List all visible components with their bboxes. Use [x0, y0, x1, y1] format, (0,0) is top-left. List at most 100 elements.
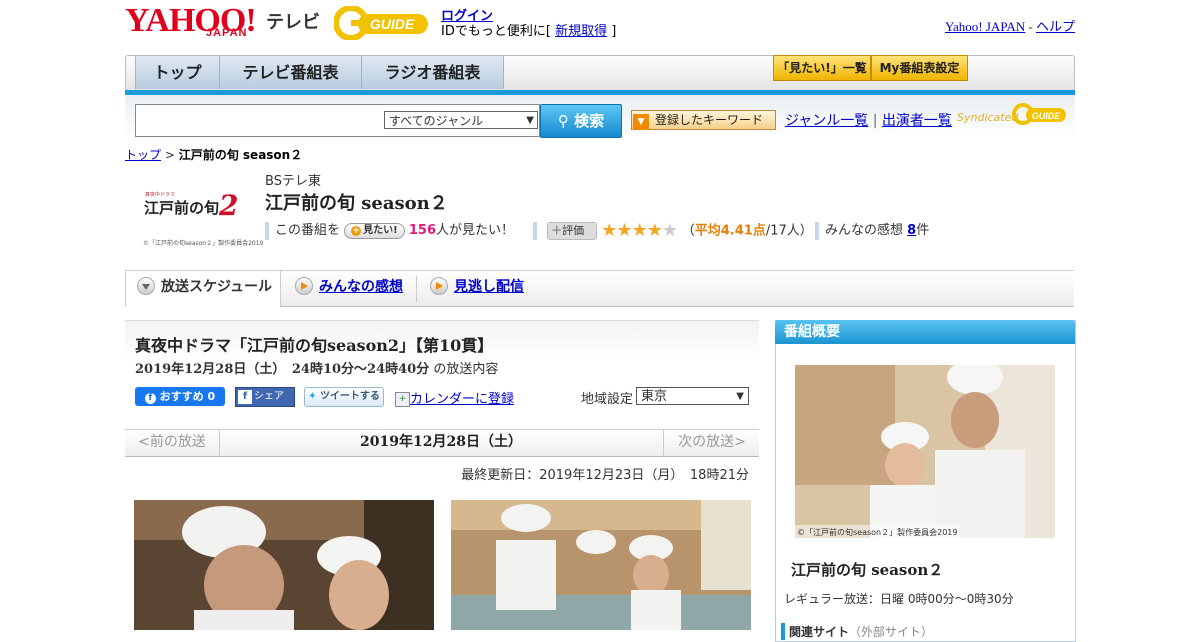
episode-date-suffix: の放送内容	[433, 362, 499, 377]
facebook-recommend-label: おすすめ 0	[159, 390, 216, 403]
related-sites-label: 関連サイト	[789, 625, 850, 639]
svg-text:GUIDE: GUIDE	[370, 16, 415, 32]
episode-title: 真夜中ドラマ「江戸前の旬season2」【第10貫】	[135, 336, 494, 355]
nav-tab-tv-listings[interactable]: テレビ番組表	[219, 56, 362, 89]
program-summary-heading: 番組概要	[775, 320, 1075, 344]
registered-keywords-label: 登録したキーワード	[655, 113, 764, 127]
chevron-down-icon: ▼	[736, 391, 744, 402]
breadcrumb-separator: >	[164, 148, 175, 162]
mitai-button-label: 見たい!	[363, 224, 398, 236]
calendar-plus-icon: +	[395, 392, 410, 407]
genre-select-value: すべてのジャンル	[389, 114, 484, 128]
region-select-value: 東京	[641, 389, 668, 404]
related-sites-heading: 関連サイト（外部サイト）	[781, 623, 933, 640]
episode-photo-2	[451, 500, 751, 630]
regular-broadcast: レギュラー放送：日曜 0時00分～0時30分	[784, 592, 1014, 606]
header-separator: -	[1028, 19, 1033, 34]
genre-list-link[interactable]: ジャンル一覧	[785, 113, 868, 129]
play-icon	[295, 277, 313, 295]
yahoo-japan-wordmark: JAPAN	[206, 27, 248, 39]
breadcrumb-current: 江戸前の旬 season２	[178, 148, 303, 162]
facebook-share-button[interactable]: f シェア	[235, 387, 295, 407]
plus-icon: +	[351, 225, 362, 236]
impressions-label: みんなの感想	[825, 223, 904, 238]
program-logo-title: 江戸前の旬	[144, 199, 220, 217]
chevron-down-icon: ▼	[526, 115, 534, 126]
registered-keywords-button[interactable]: ▼ 登録したキーワード	[631, 110, 776, 130]
star-icon: ★	[631, 220, 648, 241]
mitai-prefix: この番組を	[275, 223, 341, 238]
twitter-bird-icon: ✦	[308, 391, 317, 402]
triangle-down-icon: ▼	[633, 114, 649, 130]
tweet-label: ツイートする	[319, 391, 380, 402]
calendar-register[interactable]: + カレンダーに登録	[395, 388, 514, 407]
chevron-down-icon	[137, 277, 155, 295]
login-prompt-text: IDでもっと便利に[	[441, 24, 551, 39]
mitai-suffix: 人が見たい！	[436, 223, 515, 238]
tab-impressions[interactable]: みんなの感想	[295, 271, 403, 305]
mitai-list-button[interactable]: 「見たい!」一覧	[773, 55, 871, 81]
facebook-icon: f	[144, 393, 156, 404]
mitai-button[interactable]: + 見たい!	[344, 222, 405, 239]
info-divider	[815, 221, 819, 240]
yahoo-japan-link[interactable]: Yahoo! JAPAN	[945, 19, 1025, 34]
tab-schedule-label: 放送スケジュール	[161, 279, 273, 295]
search-links: ジャンル一覧 | 出演者一覧	[785, 110, 952, 130]
rating-average: 平均4.41点	[694, 223, 766, 239]
gguide-small-logo: GUIDE	[1012, 103, 1066, 125]
nav-tab-radio-listings[interactable]: ラジオ番組表	[361, 56, 504, 89]
cast-list-link[interactable]: 出演者一覧	[882, 113, 952, 129]
login-prompt: IDでもっと便利に[ 新規取得 ]	[441, 20, 616, 39]
search-icon: ⚲	[557, 112, 569, 130]
program-photo	[795, 365, 1055, 538]
info-divider	[265, 221, 269, 240]
tab-streaming[interactable]: 見逃し配信	[430, 271, 524, 305]
link-divider: |	[872, 113, 878, 129]
rating-button[interactable]: ＋評価	[547, 222, 598, 240]
mitai-info: この番組を + 見たい! 156人が見たい！	[265, 221, 514, 241]
rating-count: /17人）	[765, 223, 813, 239]
impressions-suffix: 件	[916, 223, 930, 238]
facebook-recommend-button[interactable]: f おすすめ 0	[135, 387, 225, 406]
region-label: 地域設定	[581, 392, 634, 407]
search-button[interactable]: ⚲ 検索	[540, 104, 622, 138]
facebook-icon: f	[238, 390, 252, 404]
region-select[interactable]: 東京 ▼	[636, 387, 749, 405]
impressions-count-link[interactable]: 8	[907, 223, 916, 238]
rating-button-label: 評価	[562, 224, 585, 237]
search-button-label: 検索	[574, 112, 605, 130]
facebook-share-label: シェア	[254, 391, 284, 402]
side-program-title: 江戸前の旬 season２	[791, 561, 944, 579]
login-prompt-close: ]	[611, 24, 617, 39]
breadcrumb: トップ > 江戸前の旬 season２	[125, 146, 302, 163]
breadcrumb-top-link[interactable]: トップ	[125, 148, 161, 162]
last-updated: 最終更新日：2019年12月23日（月） 18時21分	[461, 468, 749, 483]
program-logo-copyright: ©「江戸前の旬season２」製作委員会2019	[143, 240, 264, 247]
program-logo: 真夜中ドラマ 江戸前の旬 2 ©「江戸前の旬season２」製作委員会2019	[141, 187, 263, 247]
program-photo-caption: ©「江戸前の旬season２」製作委員会2019	[797, 528, 958, 537]
star-icon: ★	[616, 220, 632, 241]
impressions-info: みんなの感想 8件	[815, 221, 929, 241]
genre-select[interactable]: すべてのジャンル ▼	[384, 111, 538, 129]
tab-schedule[interactable]: 放送スケジュール	[125, 271, 281, 307]
plus-icon: ＋	[551, 224, 563, 237]
program-logo-number: 2	[219, 189, 239, 222]
episode-date: 2019年12月28日（土） 24時10分～24時40分	[135, 362, 430, 377]
nav-tab-top[interactable]: トップ	[135, 56, 220, 89]
tab-impressions-label: みんなの感想	[319, 279, 403, 295]
prev-broadcast-link[interactable]: <前の放送	[125, 429, 220, 456]
rating-info: ＋評価 ★★★★★ （平均4.41点/17人）	[533, 221, 813, 241]
tab-divider	[416, 276, 417, 302]
gguide-logo[interactable]: GUIDE	[334, 6, 434, 40]
star-empty-icon: ★	[661, 220, 678, 241]
register-link[interactable]: 新規取得	[555, 24, 607, 39]
tweet-button[interactable]: ✦ ツイートする	[304, 387, 384, 407]
program-title: 江戸前の旬 season２	[265, 193, 448, 214]
episode-airtime: 2019年12月28日（土） 24時10分～24時40分 の放送内容	[135, 358, 498, 377]
my-settings-button[interactable]: My番組表設定	[871, 55, 968, 81]
help-link[interactable]: ヘルプ	[1036, 19, 1075, 34]
play-icon	[430, 277, 448, 295]
mitai-count: 156	[408, 223, 436, 238]
rating-open: （	[681, 223, 695, 239]
next-broadcast-link[interactable]: 次の放送>	[663, 429, 760, 456]
